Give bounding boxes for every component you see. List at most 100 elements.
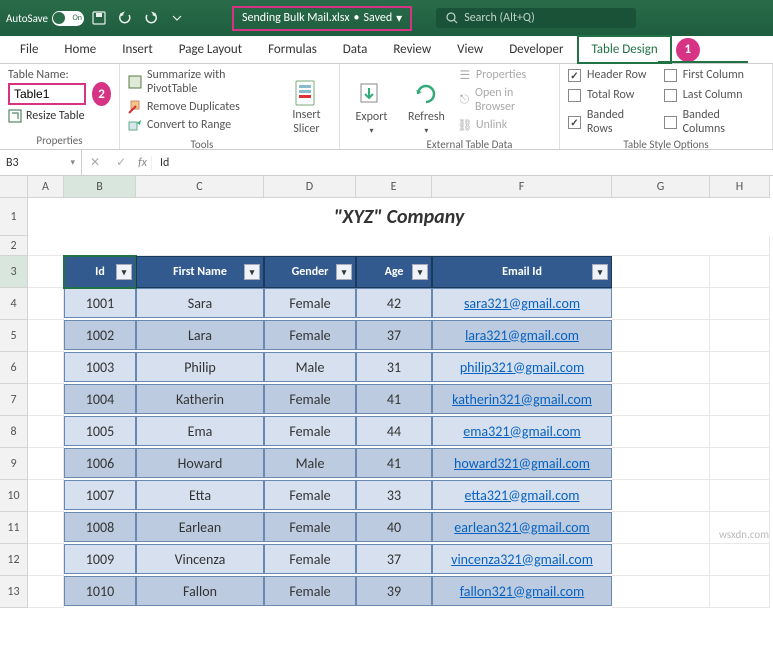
table-cell-age[interactable]: 31: [356, 352, 432, 382]
table-cell-age[interactable]: 42: [356, 288, 432, 318]
empty-cell[interactable]: [612, 352, 710, 384]
table-cell-id[interactable]: 1004: [64, 384, 136, 414]
table-cell-email[interactable]: katherin321@gmail.com: [432, 384, 612, 414]
table-cell-email[interactable]: ema321@gmail.com: [432, 416, 612, 446]
table-cell-first[interactable]: Katherin: [136, 384, 264, 414]
table-cell-id[interactable]: 1008: [64, 512, 136, 542]
empty-cell[interactable]: [28, 576, 64, 608]
table-cell-age[interactable]: 37: [356, 320, 432, 350]
table-cell-age[interactable]: 40: [356, 512, 432, 542]
row-header[interactable]: 13: [0, 576, 28, 608]
resize-table-button[interactable]: Resize Table: [8, 109, 111, 123]
autosave-control[interactable]: AutoSave On: [6, 11, 84, 26]
company-title[interactable]: "XYZ" Company: [28, 198, 770, 236]
insert-slicer-button[interactable]: Insert Slicer: [282, 68, 331, 147]
table-cell-id[interactable]: 1009: [64, 544, 136, 574]
empty-cell[interactable]: [710, 544, 770, 576]
undo-icon[interactable]: [114, 7, 136, 29]
empty-cell[interactable]: [28, 512, 64, 544]
table-header-firstname[interactable]: First Name▾: [136, 256, 264, 288]
tab-table-design[interactable]: Table Design: [577, 35, 671, 64]
empty-cell[interactable]: [28, 416, 64, 448]
empty-cell[interactable]: [710, 416, 770, 448]
col-header[interactable]: D: [264, 176, 356, 198]
empty-cell[interactable]: [28, 256, 64, 288]
empty-cell[interactable]: [28, 384, 64, 416]
fx-icon[interactable]: fx: [134, 156, 151, 170]
enter-icon[interactable]: ✓: [108, 155, 134, 170]
table-cell-age[interactable]: 39: [356, 576, 432, 606]
col-header[interactable]: A: [28, 176, 64, 198]
table-cell-gender[interactable]: Female: [264, 576, 356, 606]
qat-dropdown-icon[interactable]: [166, 7, 188, 29]
table-cell-id[interactable]: 1006: [64, 448, 136, 478]
filter-dropdown-icon[interactable]: ▾: [592, 264, 608, 280]
empty-cell[interactable]: [612, 384, 710, 416]
row-header[interactable]: 11: [0, 512, 28, 544]
empty-cell[interactable]: [28, 288, 64, 320]
table-cell-email[interactable]: philip321@gmail.com: [432, 352, 612, 382]
empty-cell[interactable]: [28, 480, 64, 512]
table-cell-id[interactable]: 1005: [64, 416, 136, 446]
empty-cell[interactable]: [28, 544, 64, 576]
row-header[interactable]: 1: [0, 198, 28, 236]
empty-cell[interactable]: [612, 256, 710, 288]
empty-cell[interactable]: [28, 352, 64, 384]
empty-cell[interactable]: [710, 576, 770, 608]
redo-icon[interactable]: [140, 7, 162, 29]
empty-cell[interactable]: [612, 416, 710, 448]
table-cell-id[interactable]: 1003: [64, 352, 136, 382]
table-cell-email[interactable]: sara321@gmail.com: [432, 288, 612, 318]
col-header[interactable]: H: [710, 176, 770, 198]
row-header[interactable]: 5: [0, 320, 28, 352]
table-header-id[interactable]: Id▾: [64, 256, 136, 288]
empty-cell[interactable]: [612, 320, 710, 352]
table-name-input[interactable]: [8, 83, 86, 105]
first-col-check[interactable]: First Column: [664, 68, 764, 82]
table-cell-first[interactable]: Etta: [136, 480, 264, 510]
table-cell-gender[interactable]: Female: [264, 384, 356, 414]
tab-home[interactable]: Home: [52, 37, 108, 62]
empty-cell[interactable]: [28, 236, 770, 256]
col-header[interactable]: F: [432, 176, 612, 198]
tab-data[interactable]: Data: [331, 37, 380, 62]
row-header[interactable]: 3: [0, 256, 28, 288]
table-cell-email[interactable]: etta321@gmail.com: [432, 480, 612, 510]
tab-insert[interactable]: Insert: [110, 37, 165, 62]
row-header[interactable]: 6: [0, 352, 28, 384]
search-box[interactable]: Search (Alt+Q): [436, 8, 636, 28]
empty-cell[interactable]: [710, 256, 770, 288]
table-cell-id[interactable]: 1007: [64, 480, 136, 510]
empty-cell[interactable]: [710, 320, 770, 352]
table-cell-id[interactable]: 1002: [64, 320, 136, 350]
table-cell-gender[interactable]: Female: [264, 512, 356, 542]
summarize-pivot-button[interactable]: Summarize with PivotTable: [128, 68, 276, 96]
empty-cell[interactable]: [710, 352, 770, 384]
tab-page-layout[interactable]: Page Layout: [167, 37, 254, 62]
table-cell-email[interactable]: vincenza321@gmail.com: [432, 544, 612, 574]
empty-cell[interactable]: [612, 576, 710, 608]
filter-dropdown-icon[interactable]: ▾: [336, 264, 352, 280]
table-header-age[interactable]: Age▾: [356, 256, 432, 288]
col-header[interactable]: G: [612, 176, 710, 198]
table-header-email[interactable]: Email Id▾: [432, 256, 612, 288]
filter-dropdown-icon[interactable]: ▾: [116, 264, 132, 280]
total-row-check[interactable]: Total Row: [568, 88, 652, 102]
row-header[interactable]: 8: [0, 416, 28, 448]
col-header[interactable]: C: [136, 176, 264, 198]
remove-duplicates-button[interactable]: Remove Duplicates: [128, 100, 276, 114]
table-cell-first[interactable]: Ema: [136, 416, 264, 446]
table-cell-age[interactable]: 37: [356, 544, 432, 574]
row-header[interactable]: 10: [0, 480, 28, 512]
last-col-check[interactable]: Last Column: [664, 88, 764, 102]
filename-box[interactable]: Sending Bulk Mail.xlsx • Saved ▾: [232, 6, 412, 31]
table-cell-gender[interactable]: Female: [264, 544, 356, 574]
save-icon[interactable]: [88, 7, 110, 29]
table-cell-email[interactable]: howard321@gmail.com: [432, 448, 612, 478]
table-cell-first[interactable]: Fallon: [136, 576, 264, 606]
tab-view[interactable]: View: [445, 37, 495, 62]
row-header[interactable]: 9: [0, 448, 28, 480]
name-box[interactable]: B3 ▾: [0, 150, 82, 175]
col-header[interactable]: B: [64, 176, 136, 198]
table-cell-email[interactable]: lara321@gmail.com: [432, 320, 612, 350]
